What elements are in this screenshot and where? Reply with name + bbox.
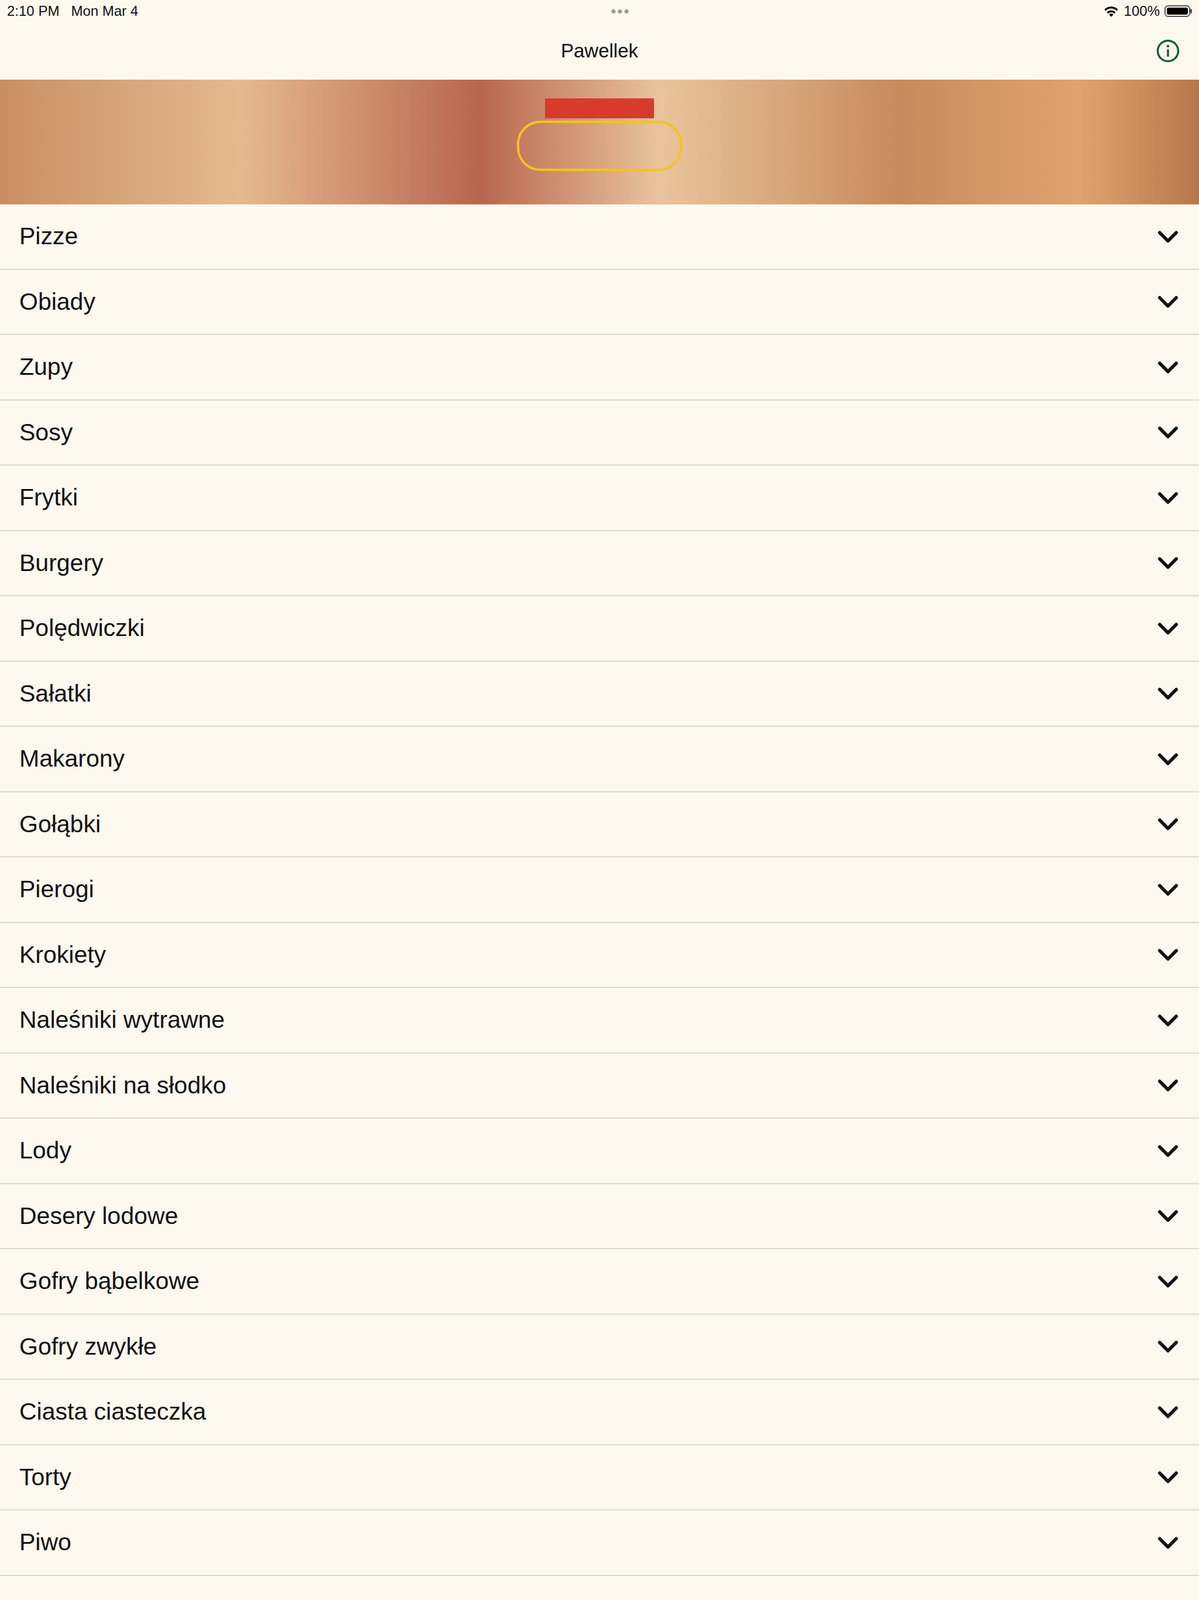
battery-percent: 100% [1124, 2, 1160, 20]
category-row[interactable]: Gołąbki [0, 792, 1199, 858]
battery-icon [1164, 5, 1192, 17]
category-row[interactable]: Sosy [0, 400, 1199, 467]
category-row[interactable]: Desery lodowe [0, 1183, 1199, 1250]
chevron-down-icon [1156, 1073, 1180, 1097]
nav-title: Pawellek [560, 39, 639, 63]
chevron-down-icon [1156, 420, 1180, 444]
chevron-down-icon [1156, 1399, 1180, 1424]
chevron-down-icon [1156, 1269, 1180, 1293]
category-row[interactable]: Torty [0, 1444, 1199, 1511]
category-row[interactable]: Gofry bąbelkowe [0, 1248, 1199, 1315]
chevron-down-icon [1156, 681, 1180, 705]
chevron-down-icon [1156, 942, 1180, 966]
category-row[interactable]: Frytki [0, 465, 1199, 532]
chevron-down-icon [1156, 1203, 1180, 1228]
chevron-down-icon [1156, 1138, 1180, 1163]
chevron-down-icon [1156, 485, 1180, 510]
chevron-down-icon [1156, 355, 1180, 379]
category-row[interactable]: Pierogi [0, 857, 1199, 923]
category-row[interactable]: Polędwiczki [0, 595, 1199, 662]
chevron-down-icon [1156, 877, 1180, 902]
category-row[interactable]: Lody [0, 1118, 1199, 1184]
category-row[interactable]: Naleśniki na słodko [0, 1053, 1199, 1119]
info-icon[interactable] [1155, 38, 1181, 64]
wifi-icon [1102, 5, 1120, 18]
banner-photo [0, 79, 1199, 205]
chevron-down-icon [1156, 289, 1180, 314]
status-date: Mon Mar 4 [70, 2, 139, 20]
category-row[interactable]: Krokiety [0, 922, 1199, 989]
chevron-down-icon [1156, 812, 1180, 836]
logo-icon [514, 98, 685, 187]
category-row[interactable]: Obiady [0, 269, 1199, 336]
chevron-down-icon [1156, 1008, 1180, 1032]
category-row[interactable]: Makarony [0, 726, 1199, 793]
status-bar: 2:10 PM Mon Mar 4 ••• 100% [0, 0, 1199, 23]
category-row[interactable]: Piwo [0, 1509, 1199, 1576]
category-row[interactable]: Gofry zwykłe [0, 1314, 1199, 1380]
status-time: 2:10 PM [7, 2, 60, 20]
category-row[interactable]: Ciasta ciasteczka [0, 1379, 1199, 1445]
chevron-down-icon [1156, 1334, 1180, 1358]
chevron-down-icon [1156, 747, 1180, 771]
category-row[interactable]: Burgery [0, 531, 1199, 597]
category-row[interactable]: Naleśniki wytrawne [0, 987, 1199, 1054]
nav-bar: Pawellek [0, 22, 1199, 80]
category-row[interactable]: Sałatki [0, 661, 1199, 728]
chevron-down-icon [1156, 224, 1180, 249]
category-row[interactable]: Zupy [0, 334, 1199, 401]
chevron-down-icon [1156, 550, 1180, 575]
app-screen: 2:10 PM Mon Mar 4 ••• 100% Pawellek PizzeObia… [0, 0, 1199, 1600]
chevron-down-icon [1156, 616, 1180, 640]
category-row[interactable]: Pizze [0, 204, 1199, 270]
category-list: PizzeObiadyZupySosyFrytkiBurgeryPolędwic… [0, 204, 1199, 1576]
chevron-down-icon [1156, 1530, 1180, 1554]
chevron-down-icon [1156, 1464, 1180, 1489]
multitask-indicator[interactable]: ••• [610, 2, 630, 21]
